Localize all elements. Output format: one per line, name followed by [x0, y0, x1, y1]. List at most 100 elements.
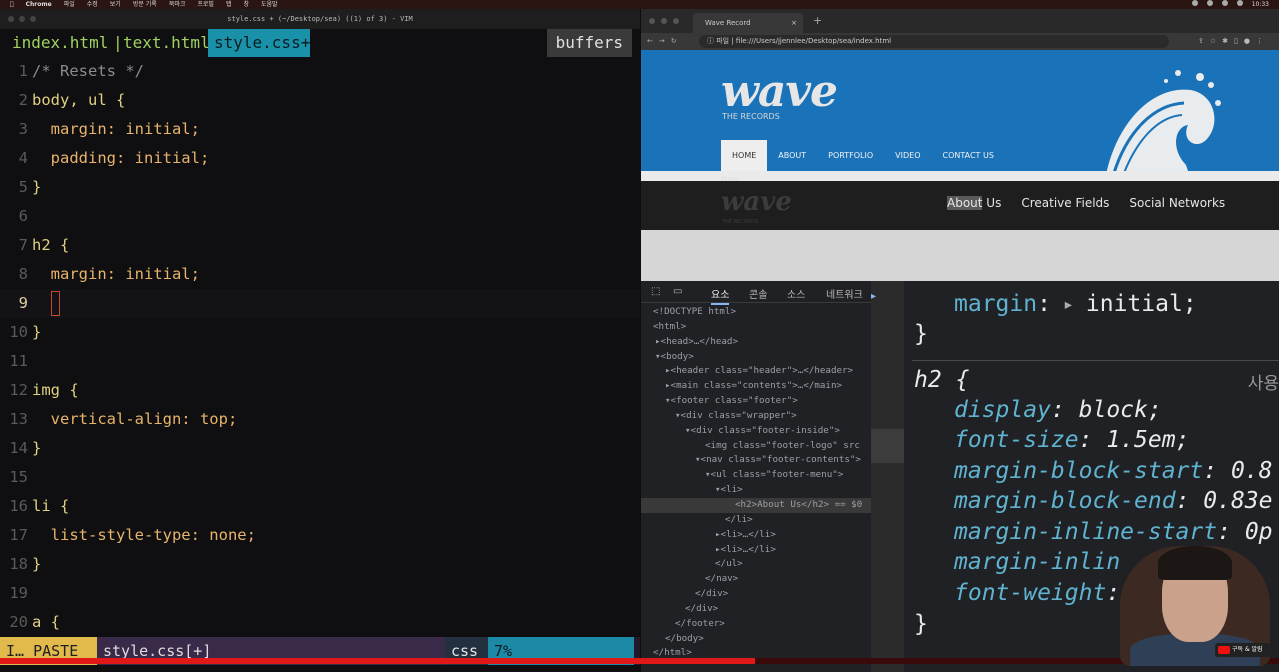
dom-line[interactable]: ▾<div class="wrapper">	[641, 409, 871, 424]
menu-icon[interactable]: ⋮	[1256, 37, 1269, 45]
dom-line[interactable]: </ul>	[641, 557, 871, 572]
vim-tab-text[interactable]: text.html	[117, 29, 216, 57]
dom-line[interactable]: ▾<footer class="footer">	[641, 394, 871, 409]
inspect-icon[interactable]: ⬚	[651, 286, 660, 297]
menu-item-bookmarks[interactable]: 북마크	[169, 0, 186, 9]
status-icon[interactable]	[1191, 0, 1198, 6]
menu-item-history[interactable]: 방문 기록	[133, 0, 157, 9]
dom-line[interactable]: ▾<li>	[641, 483, 871, 498]
style-prop-name: font-size	[954, 427, 1079, 453]
code-line: 13 vertical-align: top;	[0, 405, 640, 434]
close-tab-icon[interactable]: ×	[791, 13, 797, 33]
line-number: 18	[9, 555, 28, 573]
code-text: }	[32, 178, 42, 196]
site-nav-about[interactable]: ABOUT	[767, 140, 817, 171]
wifi-icon[interactable]	[1221, 0, 1228, 6]
menu-item-profile[interactable]: 프로필	[197, 0, 214, 9]
footer-menu-social[interactable]: Social Networks	[1129, 196, 1225, 210]
tab-network[interactable]: 네트워크	[826, 286, 863, 301]
vim-tab-style[interactable]: style.css+	[208, 29, 310, 57]
tab-console[interactable]: 콘솔	[749, 286, 767, 301]
dom-line-selected[interactable]: <h2>About Us</h2> == $0	[641, 497, 871, 513]
sidebar-icon[interactable]: ▯	[1234, 37, 1244, 45]
subscribe-badge[interactable]: 구독 & 알림	[1215, 643, 1271, 657]
scrollbar-thumb[interactable]	[871, 429, 904, 463]
reload-icon[interactable]: ↻	[671, 37, 683, 45]
site-logo[interactable]: wave	[721, 66, 838, 117]
dom-line[interactable]: ▸<head>…</head>	[641, 335, 871, 350]
minimize-window-button[interactable]	[19, 16, 25, 22]
dom-line[interactable]: ▸<li>…</li>	[641, 543, 871, 558]
dom-line[interactable]: ▾<body>	[641, 350, 871, 365]
address-bar[interactable]: ⓘ 파일 | file:///Users/jjennlee/Desktop/se…	[699, 35, 1169, 48]
line-number: 15	[9, 468, 28, 486]
tab-elements[interactable]: 요소	[711, 286, 730, 305]
dom-line[interactable]: ▸<main class="contents">…</main>	[641, 379, 871, 394]
extensions-icon[interactable]: ✱	[1222, 37, 1234, 45]
dom-line[interactable]: ▾<div class="footer-inside">	[641, 424, 871, 439]
minimize-window-button[interactable]	[661, 18, 667, 24]
footer-menu: About Us Creative Fields Social Networks	[947, 196, 1225, 210]
zoom-window-button[interactable]	[30, 16, 36, 22]
tab-sources[interactable]: 소스	[787, 286, 805, 301]
vim-code-area[interactable]: 1/* Resets */ 2 body, ul { 3 margin: init…	[0, 57, 640, 637]
site-nav-contact[interactable]: CONTACT US	[931, 140, 1004, 171]
dom-line[interactable]: ▾<nav class="footer-contents">	[641, 453, 871, 468]
element-highlight: About	[947, 196, 983, 210]
dom-line[interactable]: </div>	[641, 587, 871, 602]
more-tabs-icon[interactable]: ▸	[871, 291, 876, 302]
apple-icon[interactable]: 	[10, 0, 14, 9]
close-window-button[interactable]	[8, 16, 14, 22]
dom-line[interactable]: </div>	[641, 602, 871, 617]
dom-line[interactable]: ▸<header class="header">…</header>	[641, 364, 871, 379]
site-nav-video[interactable]: VIDEO	[884, 140, 931, 171]
code-text: /* Resets */	[32, 62, 144, 80]
menu-item-edit[interactable]: 수정	[87, 0, 98, 9]
dom-line[interactable]: </nav>	[641, 572, 871, 587]
style-prop-name: font-weight	[954, 580, 1107, 606]
devtools-divider[interactable]: ▸	[871, 281, 904, 672]
code-line-current: 9	[0, 289, 640, 318]
browser-tab[interactable]: Wave Record ×	[693, 13, 803, 33]
menu-app-name[interactable]: Chrome	[26, 0, 52, 9]
share-icon[interactable]: ⇪	[1198, 37, 1210, 45]
dom-line[interactable]: <!DOCTYPE html>	[641, 305, 871, 320]
footer-menu-creative[interactable]: Creative Fields	[1021, 196, 1109, 210]
menu-item-file[interactable]: 파일	[64, 0, 75, 9]
back-icon[interactable]: ←	[647, 37, 659, 45]
dom-line[interactable]: <html>	[641, 320, 871, 335]
code-line: 3 margin: initial;	[0, 115, 640, 144]
site-nav-home[interactable]: HOME	[721, 140, 768, 171]
dom-line[interactable]: </footer>	[641, 617, 871, 632]
profile-avatar-icon[interactable]: ●	[1244, 37, 1256, 45]
dom-tree[interactable]: <!DOCTYPE html> <html> ▸<head>…</head> ▾…	[641, 305, 871, 672]
style-prop-value: 0.8	[1230, 458, 1273, 484]
toolbar-icons: ⇪☆✱▯●⋮	[1198, 33, 1269, 50]
expand-triangle-icon[interactable]: ▶	[1065, 298, 1072, 312]
close-window-button[interactable]	[649, 18, 655, 24]
menu-item-view[interactable]: 보기	[110, 0, 121, 9]
menu-item-help[interactable]: 도움말	[261, 0, 278, 9]
line-number: 10	[9, 323, 28, 341]
menu-item-window[interactable]: 창	[243, 0, 249, 9]
site-nav-portfolio[interactable]: PORTFOLIO	[817, 140, 884, 171]
dom-line[interactable]: ▸<li>…</li>	[641, 528, 871, 543]
style-prop-value[interactable]: initial;	[1086, 291, 1197, 317]
vim-tab-index[interactable]: index.html	[6, 29, 114, 57]
bookmark-star-icon[interactable]: ☆	[1210, 37, 1222, 45]
forward-icon[interactable]: →	[659, 37, 671, 45]
new-tab-button[interactable]: +	[813, 13, 822, 29]
dom-line[interactable]: </li>	[641, 513, 871, 528]
line-number: 2	[18, 91, 28, 109]
dom-line[interactable]: <img class="footer-logo" src	[641, 439, 871, 454]
status-icon[interactable]	[1206, 0, 1213, 6]
dom-line[interactable]: </body>	[641, 632, 871, 647]
dom-line[interactable]: ▾<ul class="footer-menu">	[641, 468, 871, 483]
footer-menu-about[interactable]: About Us	[947, 196, 1001, 210]
menubar-clock[interactable]: 10:33	[1252, 0, 1269, 9]
menu-item-tab[interactable]: 탭	[226, 0, 232, 9]
video-progress-bar[interactable]	[0, 658, 1279, 664]
battery-icon[interactable]	[1236, 0, 1243, 6]
device-toggle-icon[interactable]: ▭	[673, 286, 682, 297]
zoom-window-button[interactable]	[673, 18, 679, 24]
